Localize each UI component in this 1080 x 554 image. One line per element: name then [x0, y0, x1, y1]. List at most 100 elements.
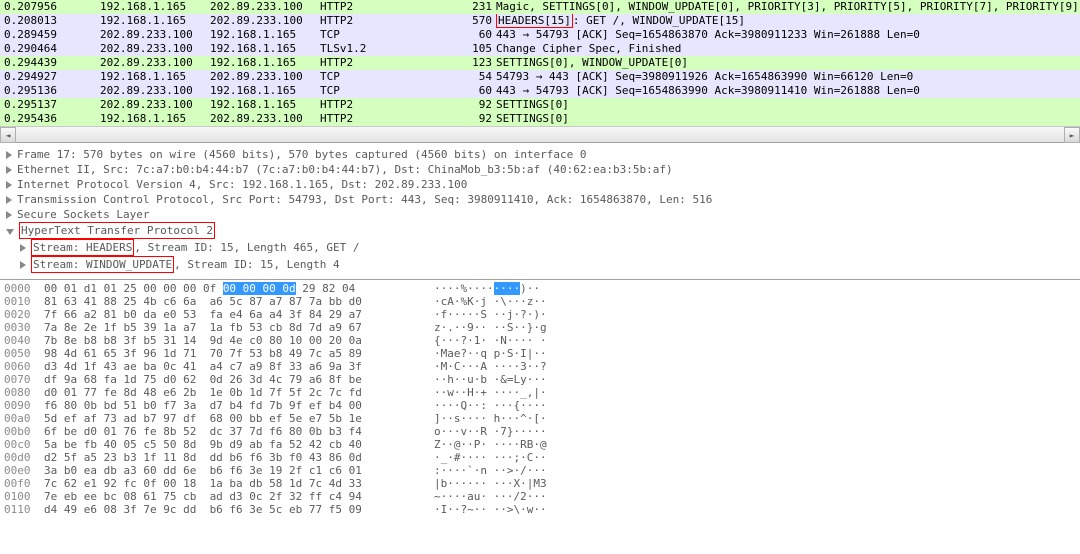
hex-row[interactable]: 01007e eb ee bc 08 61 75 cb ad d3 0c 2f … — [4, 490, 1076, 503]
packet-row[interactable]: 0.290464202.89.233.100192.168.1.165TLSv1… — [0, 42, 1080, 56]
ethernet-label: Ethernet II, Src: 7c:a7:b0:b4:44:b7 (7c:… — [17, 162, 673, 177]
stream-windowupdate-row[interactable]: Stream: WINDOW_UPDATE , Stream ID: 15, L… — [6, 256, 1074, 273]
hex-pane[interactable]: 000000 01 d1 01 25 00 00 00 0f 00 00 00 … — [0, 280, 1080, 518]
hex-row[interactable]: 00407b 8e b8 b8 3f b5 31 14 9d 4e c0 80 … — [4, 334, 1076, 347]
hex-bytes: d2 5f a5 23 b3 1f 11 8d dd b6 f6 3b f0 4… — [44, 451, 434, 464]
length-cell: 231 — [460, 0, 496, 14]
protocol-cell: HTTP2 — [320, 98, 460, 112]
hex-row[interactable]: 0060d3 4d 1f 43 ae ba 0c 41 a4 c7 a9 8f … — [4, 360, 1076, 373]
packet-row[interactable]: 0.295436192.168.1.165202.89.233.100HTTP2… — [0, 112, 1080, 126]
hex-row[interactable]: 00b06f be d0 01 76 fe 8b 52 dc 37 7d f6 … — [4, 425, 1076, 438]
hex-bytes: 7e eb ee bc 08 61 75 cb ad d3 0c 2f 32 f… — [44, 490, 434, 503]
scroll-right-button[interactable]: ► — [1064, 127, 1080, 143]
hex-bytes: 5d ef af 73 ad b7 97 df 68 00 bb ef 5e e… — [44, 412, 434, 425]
hex-ascii: {···?·1· ·N···· · — [434, 334, 1076, 347]
destination-cell: 192.168.1.165 — [210, 56, 320, 70]
collapse-icon[interactable] — [6, 229, 14, 235]
hex-bytes: df 9a 68 fa 1d 75 d0 62 0d 26 3d 4c 79 a… — [44, 373, 434, 386]
expand-icon[interactable] — [6, 166, 12, 174]
source-cell: 202.89.233.100 — [100, 84, 210, 98]
expand-icon[interactable] — [6, 181, 12, 189]
source-cell: 192.168.1.165 — [100, 70, 210, 84]
packet-row[interactable]: 0.289459202.89.233.100192.168.1.165TCP60… — [0, 28, 1080, 42]
hex-row[interactable]: 00c05a be fb 40 05 c5 50 8d 9b d9 ab fa … — [4, 438, 1076, 451]
hex-row[interactable]: 00d0d2 5f a5 23 b3 1f 11 8d dd b6 f6 3b … — [4, 451, 1076, 464]
source-cell: 192.168.1.165 — [100, 0, 210, 14]
protocol-tree-pane[interactable]: Frame 17: 570 bytes on wire (4560 bits),… — [0, 143, 1080, 280]
hex-ascii: ·M·C···A ····3··? — [434, 360, 1076, 373]
frame-row[interactable]: Frame 17: 570 bytes on wire (4560 bits),… — [6, 147, 1074, 162]
length-cell: 123 — [460, 56, 496, 70]
destination-cell: 192.168.1.165 — [210, 84, 320, 98]
hex-offset: 00a0 — [4, 412, 44, 425]
hex-ascii: ··h··u·b ·&=Ly··· — [434, 373, 1076, 386]
hex-row[interactable]: 0110d4 49 e6 08 3f 7e 9c dd b6 f6 3e 5c … — [4, 503, 1076, 516]
frame-label: Frame 17: 570 bytes on wire (4560 bits),… — [17, 147, 587, 162]
source-cell: 202.89.233.100 — [100, 42, 210, 56]
stream-windowupdate-rest: , Stream ID: 15, Length 4 — [174, 257, 340, 272]
source-cell: 202.89.233.100 — [100, 28, 210, 42]
packet-row[interactable]: 0.295137202.89.233.100192.168.1.165HTTP2… — [0, 98, 1080, 112]
info-cell: HEADERS[15]: GET /, WINDOW_UPDATE[15] — [496, 14, 1080, 28]
expand-icon[interactable] — [6, 211, 12, 219]
hex-row[interactable]: 00207f 66 a2 81 b0 da e0 53 fa e4 6a a4 … — [4, 308, 1076, 321]
tcp-label: Transmission Control Protocol, Src Port:… — [17, 192, 712, 207]
hex-row[interactable]: 000000 01 d1 01 25 00 00 00 0f 00 00 00 … — [4, 282, 1076, 295]
stream-headers-label: Stream: HEADERS — [31, 239, 134, 256]
source-cell: 192.168.1.165 — [100, 14, 210, 28]
packet-row[interactable]: 0.207956192.168.1.165202.89.233.100HTTP2… — [0, 0, 1080, 14]
ssl-row[interactable]: Secure Sockets Layer — [6, 207, 1074, 222]
hex-row[interactable]: 001081 63 41 88 25 4b c6 6a a6 5c 87 a7 … — [4, 295, 1076, 308]
hex-row[interactable]: 00307a 8e 2e 1f b5 39 1a a7 1a fb 53 cb … — [4, 321, 1076, 334]
hex-ascii: ··w··H·+ ····_,|· — [434, 386, 1076, 399]
tcp-row[interactable]: Transmission Control Protocol, Src Port:… — [6, 192, 1074, 207]
hex-row[interactable]: 0070df 9a 68 fa 1d 75 d0 62 0d 26 3d 4c … — [4, 373, 1076, 386]
http2-row[interactable]: HyperText Transfer Protocol 2 — [6, 222, 1074, 239]
length-cell: 60 — [460, 84, 496, 98]
scroll-left-button[interactable]: ◄ — [0, 127, 16, 143]
time-cell: 0.295436 — [0, 112, 100, 126]
packet-row[interactable]: 0.294439202.89.233.100192.168.1.165HTTP2… — [0, 56, 1080, 70]
expand-icon[interactable] — [20, 261, 26, 269]
destination-cell: 202.89.233.100 — [210, 112, 320, 126]
hex-bytes: 00 01 d1 01 25 00 00 00 0f 00 00 00 0d 2… — [44, 282, 434, 295]
hex-row[interactable]: 00a05d ef af 73 ad b7 97 df 68 00 bb ef … — [4, 412, 1076, 425]
ethernet-row[interactable]: Ethernet II, Src: 7c:a7:b0:b4:44:b7 (7c:… — [6, 162, 1074, 177]
packet-row[interactable]: 0.295136202.89.233.100192.168.1.165TCP60… — [0, 84, 1080, 98]
protocol-cell: TCP — [320, 70, 460, 84]
hex-row[interactable]: 005098 4d 61 65 3f 96 1d 71 70 7f 53 b8 … — [4, 347, 1076, 360]
hex-ascii: ·Mae?··q p·S·I|·· — [434, 347, 1076, 360]
packet-row[interactable]: 0.208013192.168.1.165202.89.233.100HTTP2… — [0, 14, 1080, 28]
expand-icon[interactable] — [20, 244, 26, 252]
hex-row[interactable]: 00f07c 62 e1 92 fc 0f 00 18 1a ba db 58 … — [4, 477, 1076, 490]
info-cell: 443 → 54793 [ACK] Seq=1654863990 Ack=398… — [496, 84, 1080, 98]
hex-offset: 0070 — [4, 373, 44, 386]
protocol-cell: HTTP2 — [320, 14, 460, 28]
hex-bytes: d3 4d 1f 43 ae ba 0c 41 a4 c7 a9 8f 33 a… — [44, 360, 434, 373]
hex-row[interactable]: 0090f6 80 0b bd 51 b0 f7 3a d7 b4 fd 7b … — [4, 399, 1076, 412]
info-cell: Magic, SETTINGS[0], WINDOW_UPDATE[0], PR… — [496, 0, 1080, 14]
stream-headers-row[interactable]: Stream: HEADERS , Stream ID: 15, Length … — [6, 239, 1074, 256]
expand-icon[interactable] — [6, 151, 12, 159]
packet-row[interactable]: 0.294927192.168.1.165202.89.233.100TCP54… — [0, 70, 1080, 84]
length-cell: 105 — [460, 42, 496, 56]
source-cell: 192.168.1.165 — [100, 112, 210, 126]
hex-row[interactable]: 00e03a b0 ea db a3 60 dd 6e b6 f6 3e 19 … — [4, 464, 1076, 477]
source-cell: 202.89.233.100 — [100, 98, 210, 112]
hex-row[interactable]: 0080d0 01 77 fe 8d 48 e6 2b 1e 0b 1d 7f … — [4, 386, 1076, 399]
time-cell: 0.295136 — [0, 84, 100, 98]
hex-offset: 0040 — [4, 334, 44, 347]
destination-cell: 202.89.233.100 — [210, 14, 320, 28]
hex-ascii: o···v··R ·7}····· — [434, 425, 1076, 438]
horizontal-scrollbar[interactable]: ◄ ► — [0, 126, 1080, 142]
ip-row[interactable]: Internet Protocol Version 4, Src: 192.16… — [6, 177, 1074, 192]
hex-offset: 0080 — [4, 386, 44, 399]
packet-list-pane[interactable]: 0.207956192.168.1.165202.89.233.100HTTP2… — [0, 0, 1080, 143]
expand-icon[interactable] — [6, 196, 12, 204]
info-highlight: HEADERS[15] — [496, 14, 573, 28]
destination-cell: 192.168.1.165 — [210, 42, 320, 56]
hex-bytes: 6f be d0 01 76 fe 8b 52 dc 37 7d f6 80 0… — [44, 425, 434, 438]
hex-offset: 00b0 — [4, 425, 44, 438]
hex-ascii-selection: ···· — [494, 282, 521, 295]
hex-ascii: ·_·#···· ···;·C·· — [434, 451, 1076, 464]
